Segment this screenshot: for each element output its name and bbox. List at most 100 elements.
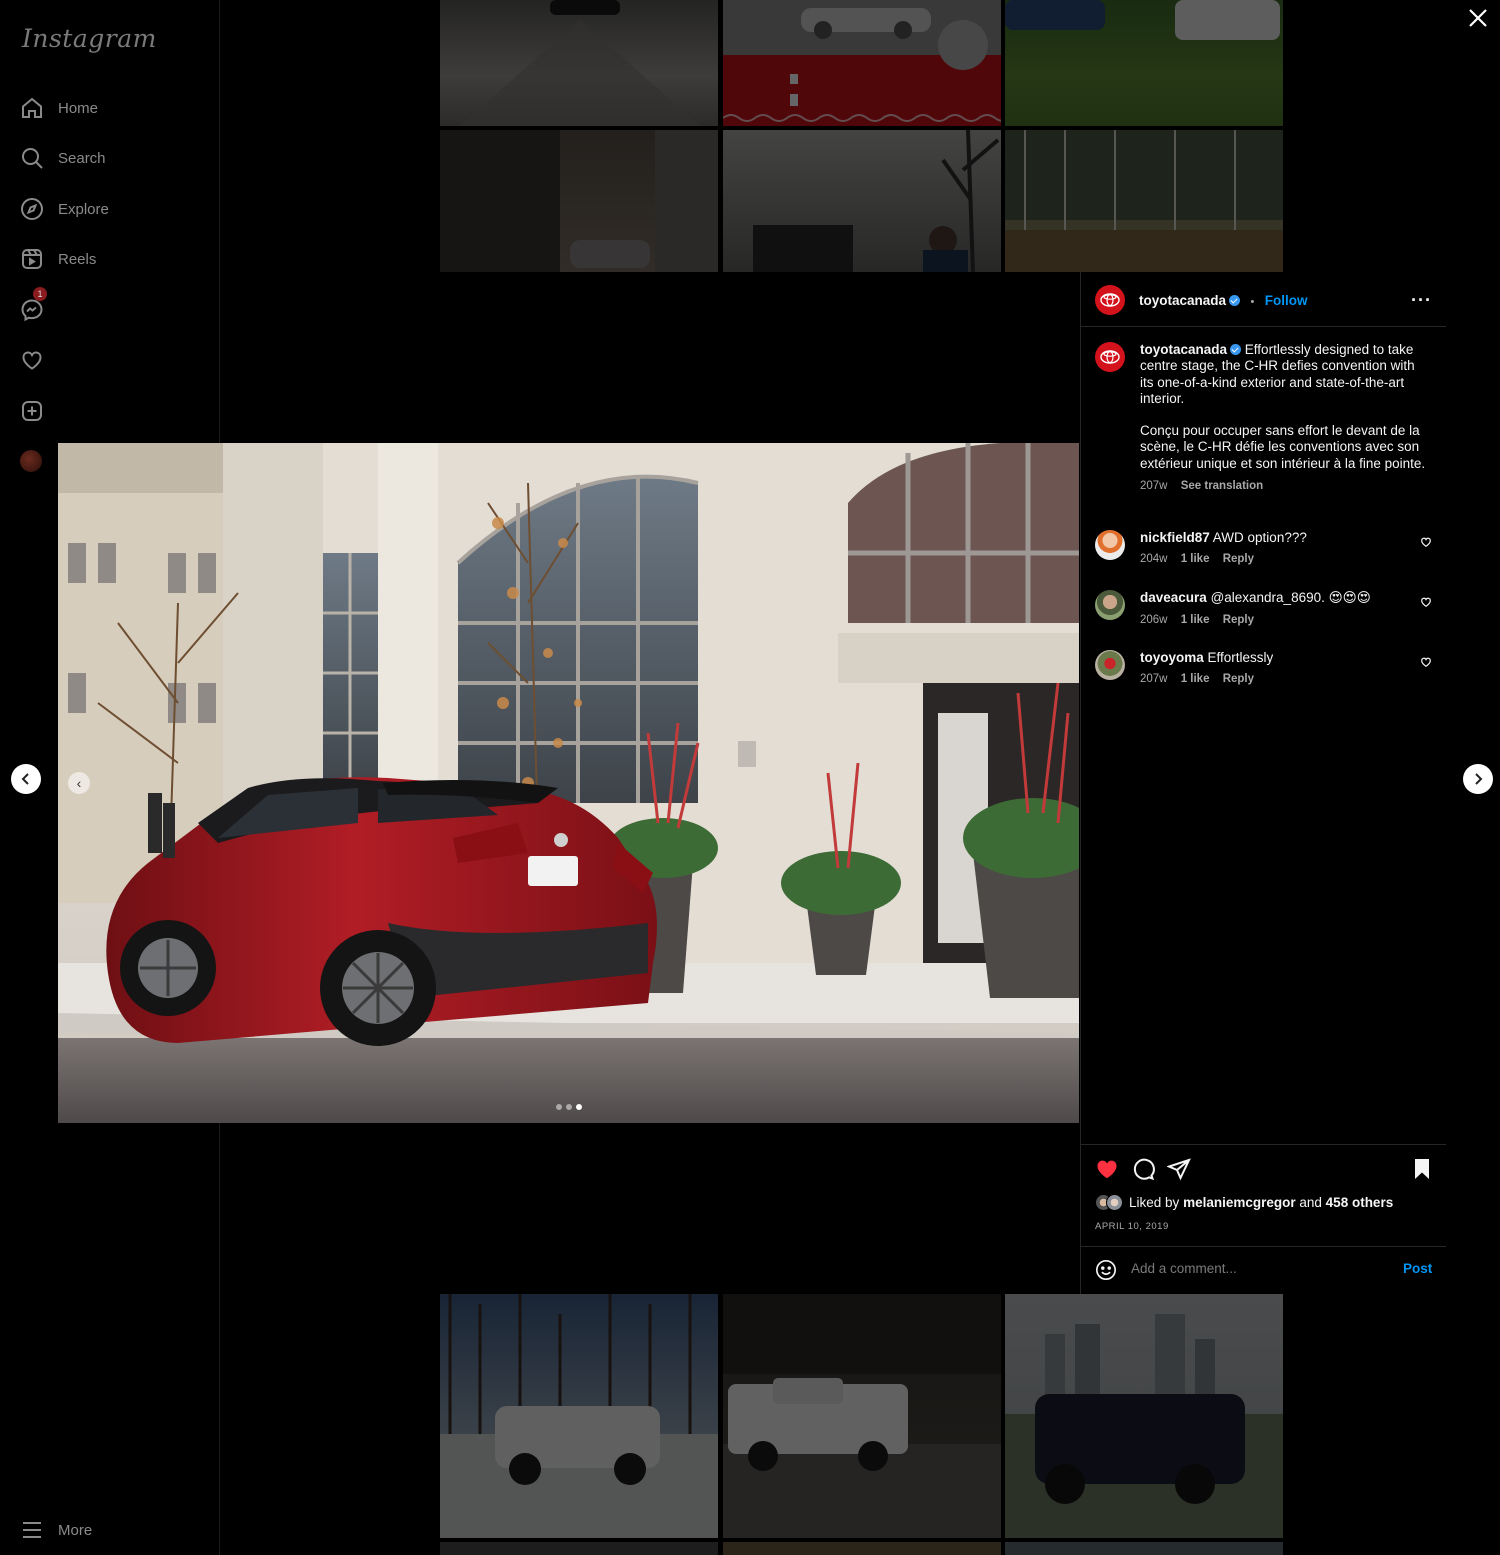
separator-dot: • (1250, 296, 1255, 308)
grid-tile-post[interactable] (723, 1294, 1001, 1538)
grid-tile-post[interactable] (440, 1294, 718, 1538)
messenger-icon (21, 299, 43, 322)
grid-tile-post[interactable] (723, 1542, 1001, 1555)
comment-meta: 207w 1 like Reply (1140, 673, 1400, 685)
caption-author-avatar[interactable] (1095, 342, 1125, 372)
comment-like-icon[interactable] (1420, 596, 1432, 608)
post-date[interactable]: APRIL 10, 2019 (1095, 1221, 1169, 1232)
avatar[interactable] (1095, 590, 1125, 620)
comment-time[interactable]: 206w (1140, 614, 1168, 626)
sidebar-item-label: Home (58, 99, 99, 117)
share-icon[interactable] (1167, 1157, 1191, 1181)
toyota-logo-icon (1100, 350, 1120, 364)
liked-by-user[interactable]: melaniemcgregor (1183, 1195, 1296, 1210)
reply-button[interactable]: Reply (1223, 673, 1254, 685)
author-username[interactable]: toyotacanada (1139, 293, 1226, 308)
comment-text: @alexandra_8690. 😍😍😍 (1210, 590, 1371, 605)
reels-icon (22, 249, 42, 269)
sidebar-item-label: More (58, 1521, 93, 1539)
chevron-left-icon (21, 773, 29, 785)
like-heart-filled-icon[interactable] (1095, 1157, 1119, 1181)
carousel-dot-active (576, 1104, 582, 1110)
post-image[interactable] (58, 443, 1079, 1123)
heart-icon (22, 351, 42, 370)
comment-username[interactable]: toyoyoma (1140, 650, 1204, 665)
sidebar-item-explore[interactable]: Explore (20, 194, 109, 224)
post-comment-button[interactable]: Post (1403, 1261, 1432, 1276)
comment-icon[interactable] (1131, 1157, 1155, 1181)
post-header: toyotacanada • Follow ··· (1081, 272, 1446, 327)
carousel-indicator (556, 1104, 582, 1110)
menu-icon (23, 1522, 41, 1538)
caption-meta: 207w See translation (1140, 478, 1430, 494)
avatar (20, 450, 42, 472)
carousel-prev-button[interactable]: ‹ (68, 772, 90, 794)
notification-badge: 1 (33, 287, 47, 301)
comment-time[interactable]: 207w (1140, 673, 1168, 685)
toyota-logo-icon (1100, 293, 1120, 307)
comment-input[interactable] (1131, 1261, 1381, 1276)
verified-icon (1229, 295, 1241, 306)
avatar[interactable] (1095, 650, 1125, 680)
sidebar-item-messages[interactable]: 1 (20, 287, 58, 325)
caption-time[interactable]: 207w (1140, 480, 1168, 492)
chevron-right-icon (1475, 773, 1483, 785)
post-photo (58, 443, 1079, 1123)
see-translation-button[interactable]: See translation (1181, 480, 1263, 492)
comment-likes[interactable]: 1 like (1181, 614, 1210, 626)
grid-tile-post[interactable] (440, 1542, 718, 1555)
sidebar-item-profile[interactable] (20, 446, 42, 476)
chevron-left-icon: ‹ (76, 775, 82, 791)
author-avatar[interactable] (1095, 285, 1125, 315)
comment-username[interactable]: nickfield87 (1140, 530, 1210, 545)
grid-tile-post[interactable] (1005, 0, 1283, 126)
comment-username[interactable]: daveacura (1140, 590, 1207, 605)
grid-tile-post[interactable] (440, 0, 718, 126)
post-details-panel: toyotacanada • Follow ··· toyotacanada E… (1080, 272, 1446, 1294)
verified-icon (1230, 344, 1242, 355)
sidebar-item-create[interactable] (20, 396, 58, 426)
sidebar-item-label: Search (58, 149, 106, 167)
sidebar-item-reels[interactable]: Reels (20, 244, 96, 274)
sidebar-item-home[interactable]: Home (20, 93, 98, 123)
comment-like-icon[interactable] (1420, 536, 1432, 548)
liked-by-prefix: Liked by (1129, 1195, 1180, 1210)
close-button[interactable] (1464, 4, 1492, 32)
comment-time[interactable]: 204w (1140, 553, 1168, 565)
instagram-logo[interactable]: Instagram (22, 24, 157, 53)
grid-tile-post[interactable] (440, 130, 718, 272)
sidebar-item-label: Reels (58, 250, 97, 268)
more-icon: ··· (1411, 290, 1432, 310)
grid-tile-post[interactable] (1005, 130, 1283, 272)
next-post-button[interactable] (1463, 764, 1493, 794)
more-options-button[interactable]: ··· (1411, 290, 1432, 311)
sidebar-item-search[interactable]: Search (20, 143, 106, 173)
add-comment-bar: Post (1081, 1246, 1446, 1294)
caption-text-fr: Conçu pour occuper sans effort le devant… (1140, 423, 1426, 471)
comment-text: AWD option??? (1212, 530, 1307, 545)
grid-tile-post[interactable] (723, 0, 1001, 126)
follow-button[interactable]: Follow (1265, 293, 1308, 308)
grid-tile-post[interactable] (1005, 1294, 1283, 1538)
save-bookmark-icon[interactable] (1410, 1157, 1434, 1181)
reply-button[interactable]: Reply (1223, 614, 1254, 626)
post-caption: toyotacanada Effortlessly designed to ta… (1140, 342, 1430, 494)
prev-post-button[interactable] (11, 764, 41, 794)
likes-count[interactable]: 458 others (1326, 1195, 1394, 1210)
comment-like-icon[interactable] (1420, 656, 1432, 668)
avatar[interactable] (1095, 530, 1125, 560)
emoji-icon[interactable] (1095, 1259, 1117, 1281)
sidebar-item-notifications[interactable] (20, 345, 58, 375)
reply-button[interactable]: Reply (1223, 553, 1254, 565)
sidebar-item-more[interactable]: More (20, 1515, 92, 1545)
search-icon (22, 148, 43, 169)
caption-username[interactable]: toyotacanada (1140, 342, 1227, 357)
comment-likes[interactable]: 1 like (1181, 673, 1210, 685)
comment-likes[interactable]: 1 like (1181, 553, 1210, 565)
carousel-dot (566, 1104, 572, 1110)
grid-tile-post[interactable] (723, 130, 1001, 272)
comment-text: Effortlessly (1207, 650, 1274, 665)
sidebar-item-label: Explore (58, 200, 109, 218)
post-actions: Liked by melaniemcgregor and 458 others … (1081, 1144, 1446, 1246)
grid-tile-post[interactable] (1005, 1542, 1283, 1555)
